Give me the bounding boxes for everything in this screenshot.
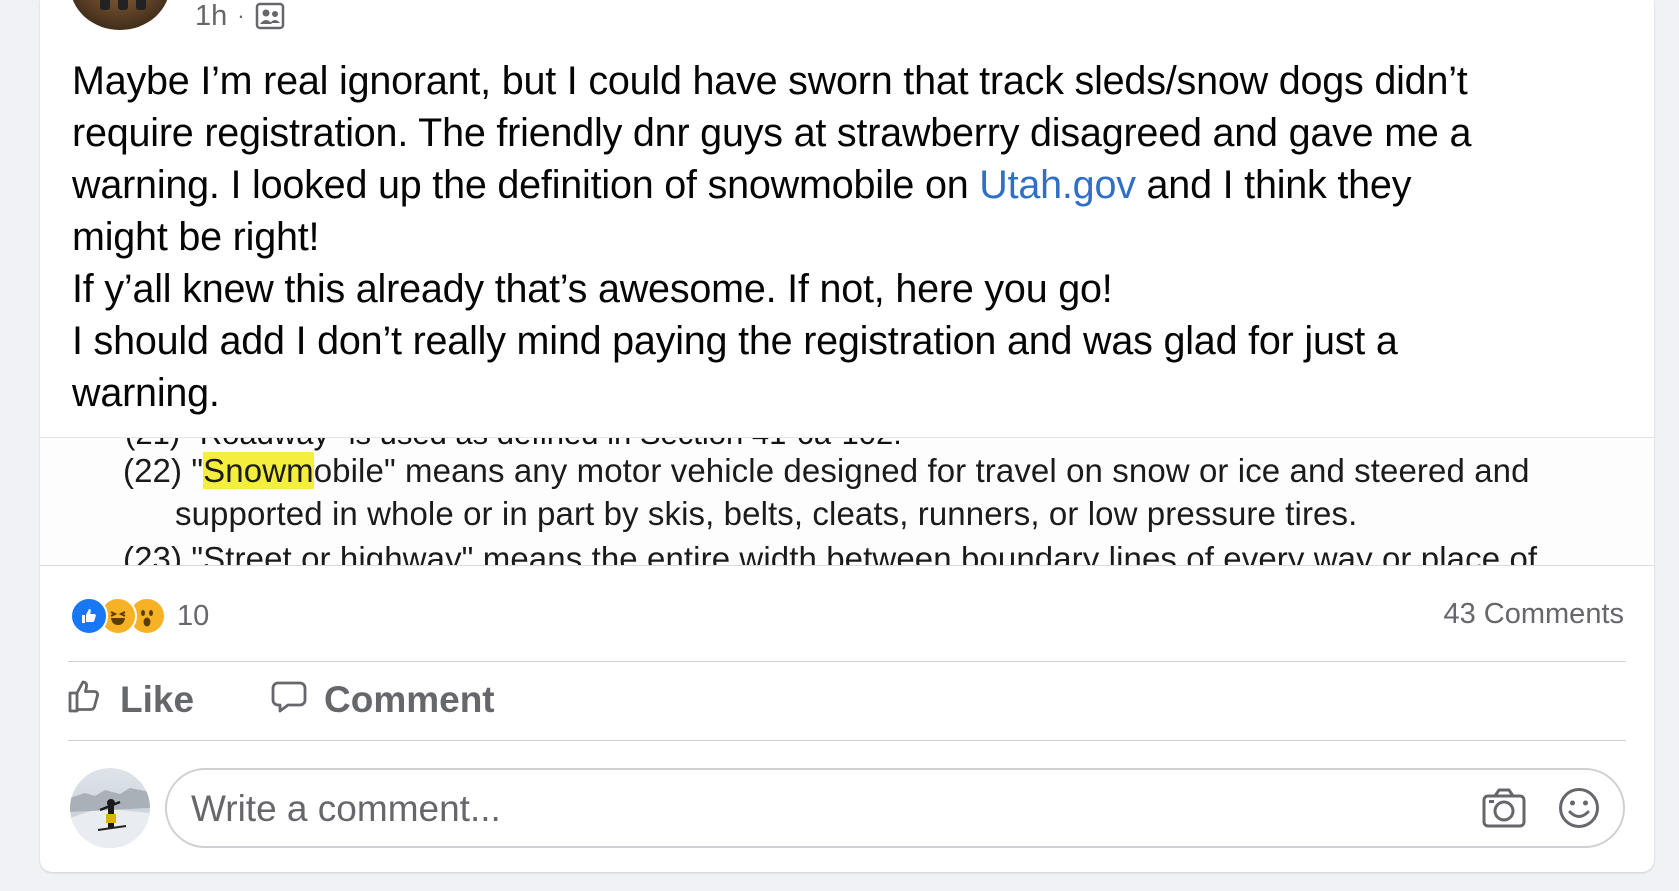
like-reaction-icon xyxy=(70,597,108,635)
like-button[interactable]: Like xyxy=(66,676,194,724)
document-cut-line: (21) "Roadway" is used as defined in Sec… xyxy=(125,438,902,452)
reaction-count: 10 xyxy=(177,599,210,632)
meta-separator: · xyxy=(237,3,245,28)
emoji-icon[interactable] xyxy=(1557,786,1601,830)
post-text: Maybe I’m real ignorant, but I could hav… xyxy=(72,55,1632,419)
photo-attachment[interactable]: (21) "Roadway" is used as defined in Sec… xyxy=(40,437,1654,566)
post-card: 1h · Maybe I’m real ignorant, but I coul… xyxy=(40,0,1654,872)
author-avatar[interactable] xyxy=(70,0,170,30)
comment-placeholder: Write a comment... xyxy=(191,788,501,829)
like-label: Like xyxy=(120,679,195,720)
document-cut-line: (23) "Street or highway" means the entir… xyxy=(123,540,1538,566)
document-definition-line: (22) "Snowmobile" means any motor vehicl… xyxy=(123,452,1530,489)
post-time[interactable]: 1h xyxy=(195,0,227,33)
comment-input[interactable]: Write a comment... xyxy=(165,768,1625,848)
reactions-summary[interactable]: 10 xyxy=(70,597,210,635)
divider xyxy=(68,740,1626,741)
utah-gov-link[interactable]: Utah.gov xyxy=(979,163,1136,207)
speech-bubble-icon xyxy=(270,677,308,724)
document-definition-line: supported in whole or in part by skis, b… xyxy=(175,495,1358,532)
post-meta: 1h · xyxy=(195,0,285,32)
user-avatar[interactable] xyxy=(70,768,150,848)
post-text-line: warning. I looked up the definition of s… xyxy=(72,163,1412,207)
comments-count-link[interactable]: 43 Comments xyxy=(1443,598,1624,631)
post-text-line: If y’all knew this already that’s awesom… xyxy=(72,267,1113,311)
post-text-line: warning. xyxy=(72,371,220,415)
post-text-line: Maybe I’m real ignorant, but I could hav… xyxy=(72,59,1468,103)
post-text-line: might be right! xyxy=(72,215,320,259)
post-text-line: require registration. The friendly dnr g… xyxy=(72,111,1472,155)
friends-audience-icon[interactable] xyxy=(255,2,285,30)
thumbs-up-icon xyxy=(66,677,104,724)
highlighted-word: Snowm xyxy=(203,452,314,489)
comment-button[interactable]: Comment xyxy=(270,676,495,724)
camera-icon[interactable] xyxy=(1481,786,1527,830)
divider xyxy=(68,661,1626,662)
comment-label: Comment xyxy=(324,679,495,720)
post-text-line: I should add I don’t really mind paying … xyxy=(72,319,1398,363)
